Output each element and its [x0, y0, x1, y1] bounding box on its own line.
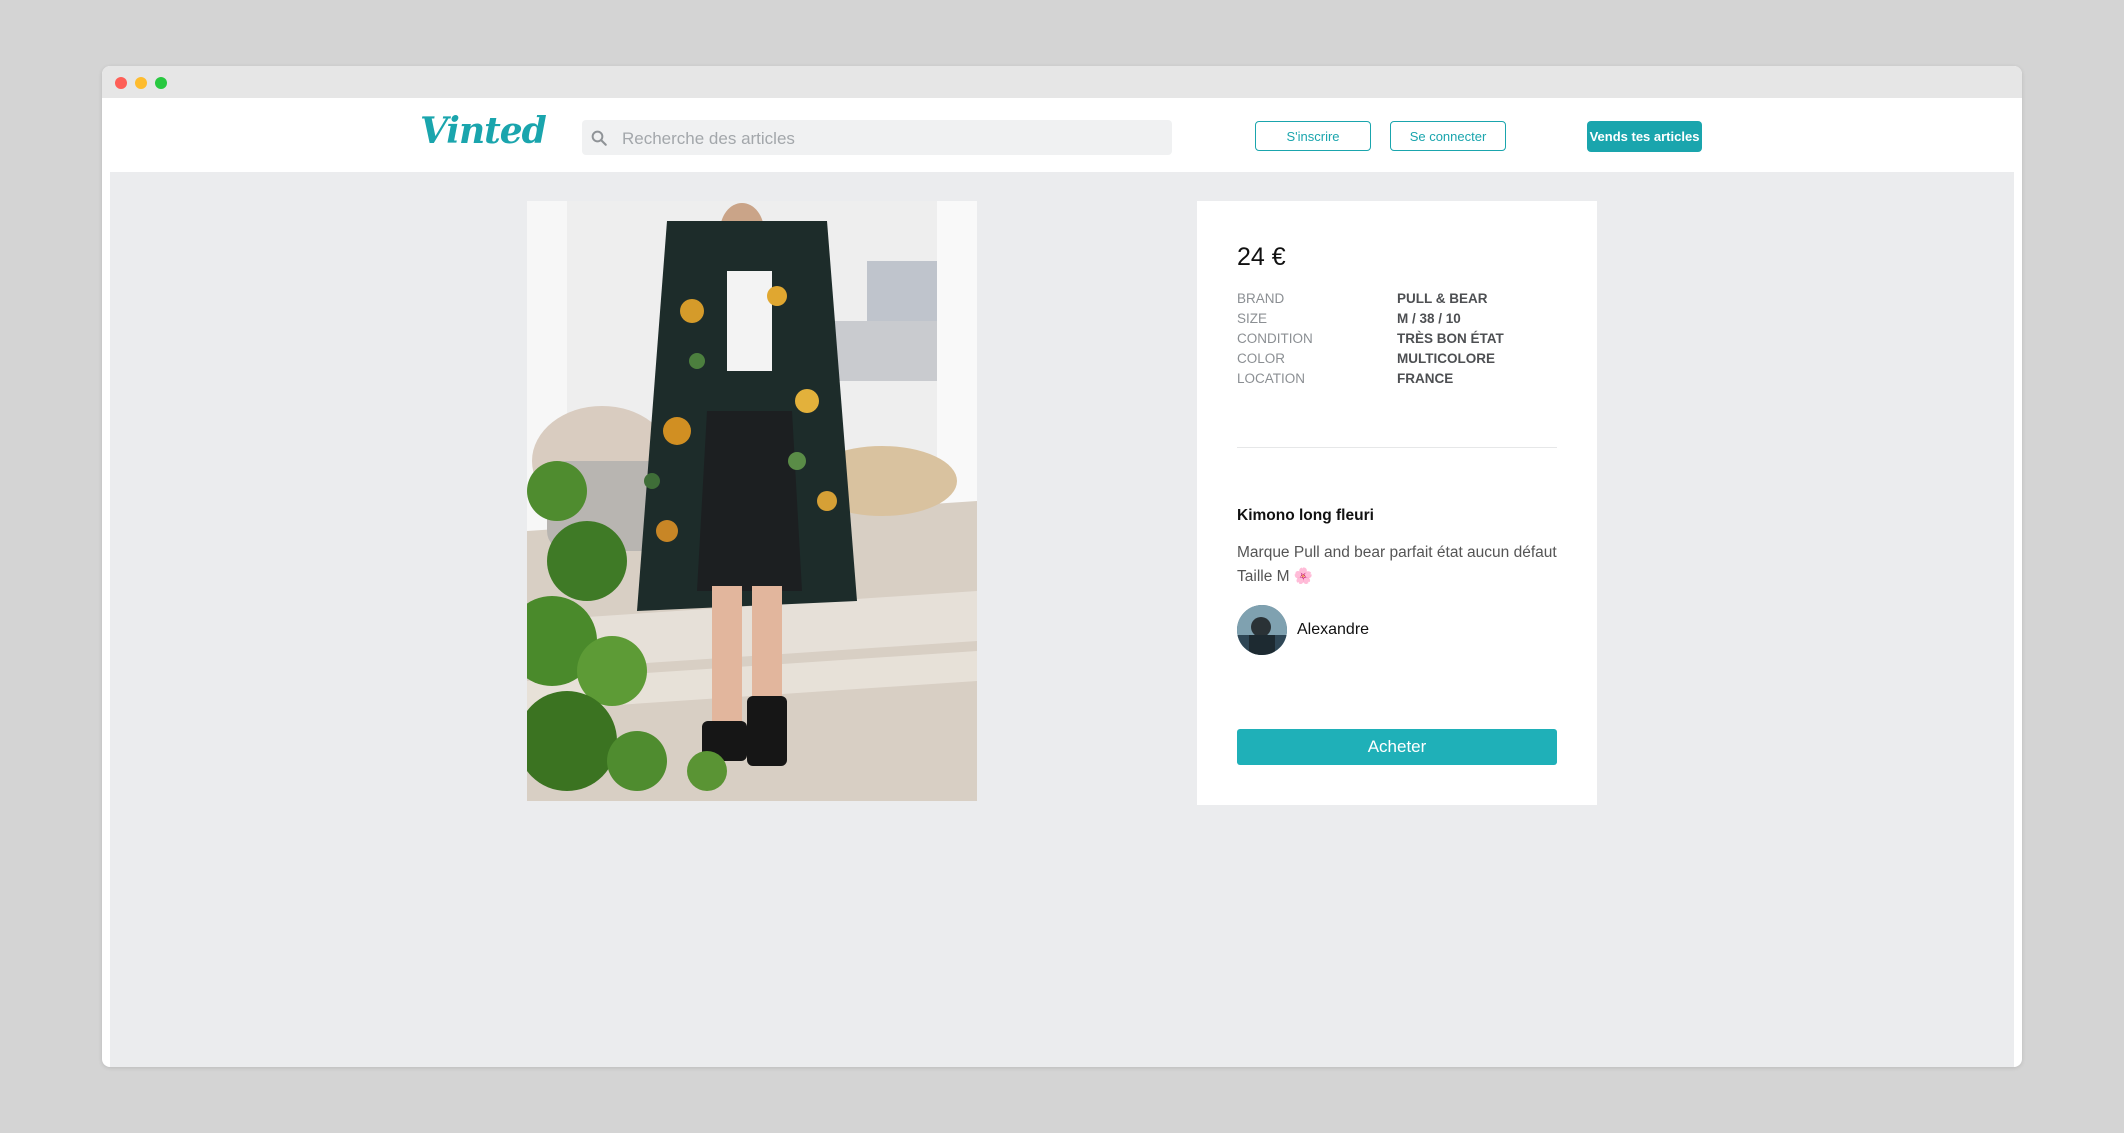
vinted-logo[interactable]: Vinted — [420, 110, 547, 152]
detail-row-color: COLOR MULTICOLORE — [1237, 349, 1567, 369]
item-price: 24 € — [1237, 243, 1286, 271]
detail-value: TRÈS BON ÉTAT — [1397, 331, 1504, 346]
detail-value: M / 38 / 10 — [1397, 311, 1461, 326]
detail-row-size: SIZE M / 38 / 10 — [1237, 309, 1567, 329]
kimono-photo-image — [527, 201, 977, 801]
search-input[interactable] — [620, 120, 1164, 157]
item-details-list: BRAND PULL & BEAR SIZE M / 38 / 10 CONDI… — [1237, 289, 1567, 389]
item-photo[interactable] — [527, 201, 977, 801]
item-description: Marque Pull and bear parfait état aucun … — [1237, 544, 1557, 585]
detail-value: FRANCE — [1397, 371, 1454, 386]
detail-value[interactable]: PULL & BEAR — [1397, 289, 1488, 309]
detail-label: BRAND — [1237, 291, 1285, 306]
signup-button[interactable]: S'inscrire — [1255, 121, 1371, 151]
site-header: Vinted S'inscrire Se connecter Vends tes… — [102, 98, 2022, 172]
login-button[interactable]: Se connecter — [1390, 121, 1506, 151]
detail-label: COLOR — [1237, 351, 1286, 366]
detail-label: SIZE — [1237, 311, 1268, 326]
search-bar[interactable] — [582, 120, 1172, 157]
minimize-window-dot-icon[interactable] — [135, 77, 147, 89]
item-details-panel: 24 € BRAND PULL & BEAR SIZE M / 38 / 10 … — [1197, 201, 1597, 805]
seller-avatar[interactable] — [1237, 605, 1287, 655]
zoom-window-dot-icon[interactable] — [155, 77, 167, 89]
sell-items-button[interactable]: Vends tes articles — [1587, 121, 1702, 152]
search-icon — [591, 130, 607, 146]
seller-name[interactable]: Alexandre — [1297, 621, 1369, 639]
seller-info[interactable]: Alexandre — [1237, 604, 1369, 656]
item-page-content: 24 € BRAND PULL & BEAR SIZE M / 38 / 10 … — [110, 172, 2014, 1067]
details-divider — [1237, 447, 1557, 448]
detail-row-location: LOCATION FRANCE — [1237, 369, 1567, 389]
avatar-photo-icon — [1237, 605, 1287, 655]
window-titlebar — [102, 66, 2022, 98]
detail-row-brand: BRAND PULL & BEAR — [1237, 289, 1567, 309]
detail-label: LOCATION — [1237, 371, 1306, 386]
close-window-dot-icon[interactable] — [115, 77, 127, 89]
buy-button[interactable]: Acheter — [1237, 729, 1557, 765]
detail-value: MULTICOLORE — [1397, 351, 1495, 366]
browser-window: Vinted S'inscrire Se connecter Vends tes… — [102, 66, 2022, 1067]
detail-row-condition: CONDITION TRÈS BON ÉTAT — [1237, 329, 1567, 349]
item-title: Kimono long fleuri — [1237, 507, 1374, 524]
detail-label: CONDITION — [1237, 331, 1313, 346]
